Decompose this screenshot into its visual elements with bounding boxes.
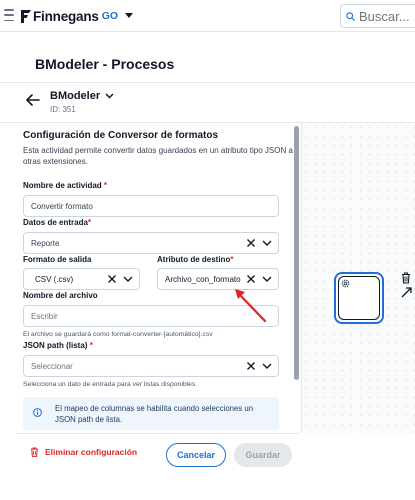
clear-icon[interactable]	[246, 361, 256, 371]
config-panel: Configuración de Conversor de formatos E…	[17, 123, 301, 433]
search-input[interactable]	[359, 8, 415, 24]
process-id: ID: 351	[50, 105, 76, 114]
footer-divider	[17, 433, 299, 434]
gear-icon	[341, 279, 350, 288]
info-banner: El mapeo de columnas se habilita cuando …	[23, 397, 279, 430]
clear-icon[interactable]	[246, 238, 256, 248]
top-bar: Finnegans GO	[0, 0, 415, 32]
process-name: BModeler	[50, 90, 101, 102]
back-arrow-icon[interactable]	[26, 94, 40, 106]
json-path-hint: Selecciona un dato de entrada para ver l…	[23, 381, 198, 388]
process-selector[interactable]: BModeler	[50, 90, 114, 102]
config-title: Configuración de Conversor de formatos	[23, 130, 219, 141]
app-logo[interactable]: Finnegans GO	[20, 8, 134, 24]
save-button[interactable]: Guardar	[234, 443, 292, 467]
clear-icon[interactable]	[107, 274, 117, 284]
chevron-down-icon[interactable]	[125, 13, 134, 19]
target-attribute-label: Atributo de destino*	[157, 255, 234, 264]
chevron-down-icon[interactable]	[262, 361, 272, 371]
diagram-task-node[interactable]	[334, 272, 384, 324]
file-name-hint: El archivo se guardará como format-conve…	[23, 331, 213, 338]
output-format-select[interactable]: CSV (.csv)	[23, 268, 140, 290]
header-divider	[0, 82, 415, 83]
trash-icon	[30, 447, 39, 457]
json-path-select[interactable]: Seleccionar	[23, 355, 279, 377]
chevron-down-icon[interactable]	[123, 274, 133, 284]
config-description: Esta actividad permite convertir datos g…	[23, 146, 293, 166]
activity-name-input[interactable]: Convertir formato	[23, 195, 279, 217]
delete-config-button[interactable]: Eliminar configuración	[30, 447, 137, 457]
delete-config-label: Eliminar configuración	[45, 447, 138, 457]
logo-suffix: GO	[101, 10, 119, 22]
logo-text: Finnegans	[33, 8, 99, 24]
search-box[interactable]	[340, 4, 415, 28]
info-icon	[33, 408, 42, 417]
chevron-down-icon[interactable]	[262, 238, 272, 248]
activity-name-label: Nombre de actividad *	[23, 181, 108, 190]
file-name-label: Nombre del archivo	[23, 291, 98, 300]
search-icon	[346, 11, 355, 21]
input-data-label: Datos de entrada*	[23, 218, 92, 227]
info-message: El mapeo de columnas se habilita cuando …	[55, 404, 254, 424]
hamburger-icon[interactable]	[4, 9, 14, 21]
cancel-button[interactable]: Cancelar	[166, 443, 226, 467]
panel-scrollbar[interactable]	[294, 126, 299, 380]
trash-icon[interactable]	[401, 272, 411, 284]
annotation-arrow-icon	[235, 289, 267, 323]
page-title: BModeler - Procesos	[35, 56, 175, 72]
chevron-down-icon[interactable]	[262, 274, 272, 284]
finnegans-logo-icon	[21, 9, 31, 23]
clear-icon[interactable]	[246, 274, 256, 284]
chevron-down-icon	[105, 93, 114, 99]
input-data-select[interactable]: Reporte	[23, 232, 279, 254]
connect-arrow-icon[interactable]	[401, 286, 413, 298]
json-path-label: JSON path (lista) *	[23, 341, 93, 350]
output-format-label: Formato de salida	[23, 255, 92, 264]
